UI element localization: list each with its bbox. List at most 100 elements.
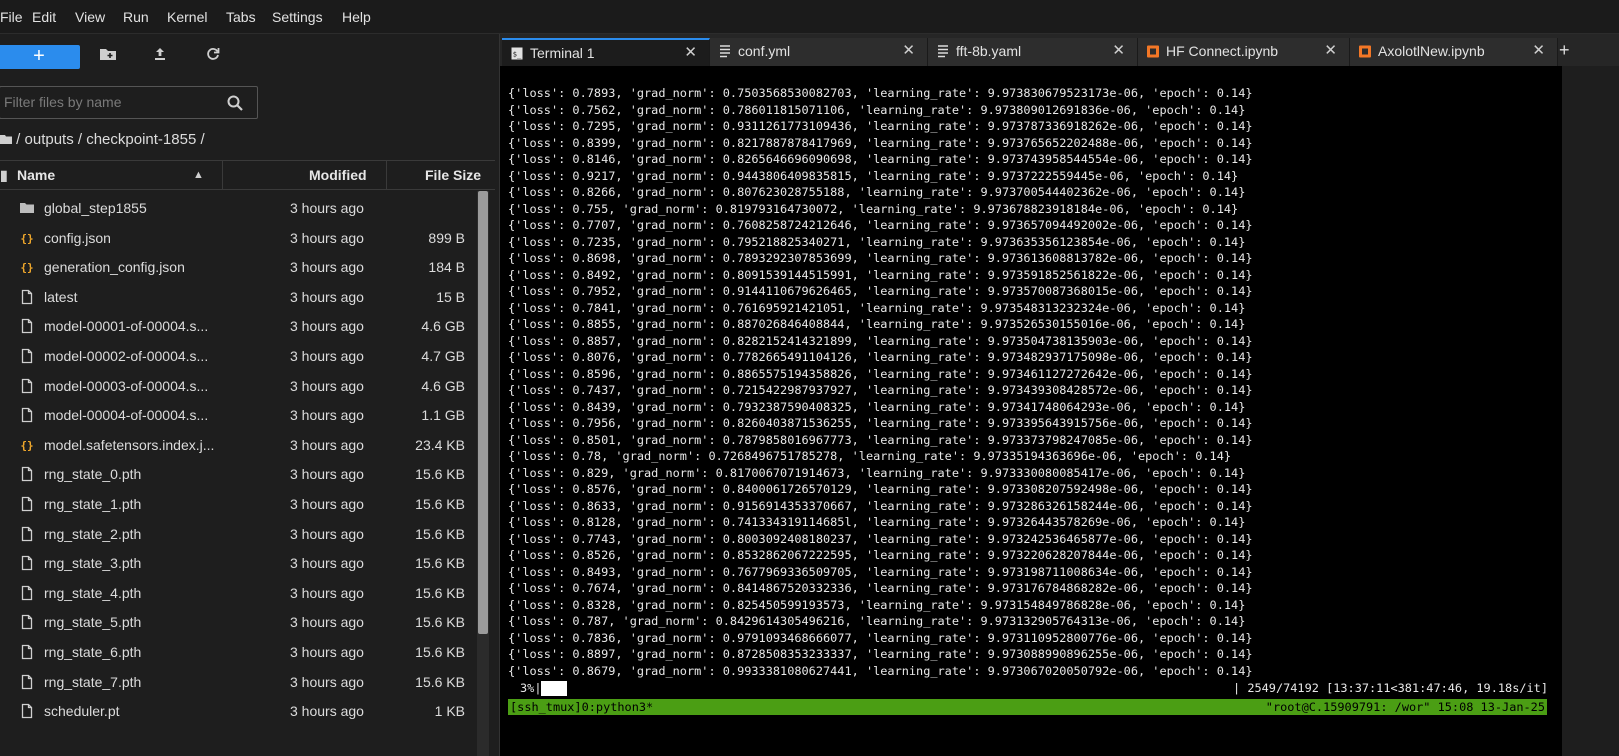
- tab-label: Terminal 1: [530, 45, 595, 61]
- terminal-panel[interactable]: {'loss': 0.7893, 'grad_norm': 0.75035685…: [500, 66, 1562, 756]
- file-icon: [19, 644, 35, 660]
- file-modified: 3 hours ago: [290, 200, 364, 216]
- file-row[interactable]: rng_state_3.pth 3 hours ago 15.6 KB: [0, 548, 485, 578]
- file-name: rng_state_1.pth: [44, 496, 142, 512]
- file-list-scrollbar[interactable]: [477, 191, 489, 756]
- svg-text:{}: {}: [20, 232, 33, 245]
- file-size: 23.4 KB: [415, 436, 465, 453]
- file-icon: [19, 496, 35, 512]
- menu-settings[interactable]: Settings: [272, 0, 323, 34]
- json-icon: {}: [19, 437, 35, 453]
- file-icon: [19, 289, 35, 305]
- file-name: global_step1855: [44, 200, 147, 216]
- menu-view[interactable]: View: [75, 0, 105, 34]
- file-row[interactable]: {} generation_config.json 3 hours ago 184 B: [0, 252, 485, 282]
- tmux-status-bar: [ssh_tmux]0:python3* "root@C.15909791: /…: [508, 699, 1547, 715]
- tmux-session: [ssh_tmux]0:python3*: [510, 700, 654, 714]
- tab-label: HF Connect.ipynb: [1166, 43, 1279, 59]
- new-launcher-button[interactable]: +: [0, 45, 80, 69]
- column-file-size[interactable]: File Size: [425, 161, 481, 189]
- progress-percent: 3%|: [520, 681, 542, 695]
- refresh-icon[interactable]: [203, 46, 223, 66]
- terminal-line: {'loss': 0.7893, 'grad_norm': 0.75035685…: [508, 86, 1253, 100]
- column-name[interactable]: Name: [17, 161, 55, 189]
- file-name: model.safetensors.index.j...: [44, 436, 215, 453]
- terminal-line: {'loss': 0.8128, 'grad_norm': 0.74133431…: [508, 515, 1246, 529]
- file-name: rng_state_2.pth: [44, 525, 142, 542]
- file-browser-panel: + Filter files by name / outputs / check…: [0, 34, 500, 756]
- close-tab-icon[interactable]: ✕: [1324, 38, 1337, 64]
- tab-conf-yml[interactable]: conf.yml ✕: [710, 38, 928, 66]
- file-size: 15.6 KB: [415, 496, 465, 512]
- file-row[interactable]: rng_state_2.pth 3 hours ago 15.6 KB: [0, 519, 485, 549]
- tab-terminal-1[interactable]: $_ Terminal 1 ✕: [502, 38, 710, 66]
- file-row[interactable]: model-00003-of-00004.s... 3 hours ago 4.6 …: [0, 371, 485, 401]
- close-tab-icon[interactable]: ✕: [1532, 38, 1545, 64]
- file-modified: 3 hours ago: [290, 584, 364, 601]
- file-size: 15.6 KB: [415, 644, 465, 660]
- add-tab-icon[interactable]: +: [1559, 38, 1570, 62]
- home-folder-icon[interactable]: [0, 133, 12, 145]
- file-row[interactable]: {} config.json 3 hours ago 899 B: [0, 223, 485, 253]
- tab-hf-connect-ipynb[interactable]: HF Connect.ipynb ✕: [1138, 38, 1350, 66]
- menu-tabs[interactable]: Tabs: [226, 0, 256, 34]
- file-icon: [19, 318, 35, 334]
- terminal-line: {'loss': 0.8897, 'grad_norm': 0.87285083…: [508, 647, 1253, 661]
- file-icon: [19, 378, 35, 394]
- file-row[interactable]: rng_state_0.pth 3 hours ago 15.6 KB: [0, 459, 485, 489]
- terminal-line: {'loss': 0.7707, 'grad_norm': 0.76082587…: [508, 218, 1253, 232]
- file-row[interactable]: rng_state_6.pth 3 hours ago 15.6 KB: [0, 637, 485, 667]
- breadcrumb-path[interactable]: / outputs / checkpoint-1855 /: [16, 131, 204, 148]
- menu-help[interactable]: Help: [342, 0, 371, 34]
- menu-kernel[interactable]: Kernel: [167, 0, 207, 34]
- sort-ascending-icon[interactable]: ▲: [193, 161, 204, 189]
- file-row[interactable]: model-00001-of-00004.s... 3 hours ago 4.6 …: [0, 311, 485, 341]
- terminal-line: {'loss': 0.8266, 'grad_norm': 0.80762302…: [508, 185, 1246, 199]
- close-tab-icon[interactable]: ✕: [1112, 38, 1125, 64]
- column-modified[interactable]: Modified: [309, 161, 367, 189]
- menu-run[interactable]: Run: [123, 0, 149, 34]
- file-row[interactable]: scheduler.pt 3 hours ago 1 KB: [0, 696, 485, 726]
- file-modified: 3 hours ago: [290, 703, 364, 720]
- file-row[interactable]: global_step1855 3 hours ago: [0, 193, 485, 223]
- file-row[interactable]: latest 3 hours ago 15 B: [0, 282, 485, 312]
- file-icon: [19, 555, 35, 571]
- terminal-line: {'loss': 0.8596, 'grad_norm': 0.88655751…: [508, 366, 1253, 381]
- file-size: 1 KB: [434, 703, 465, 720]
- file-row[interactable]: rng_state_7.pth 3 hours ago 15.6 KB: [0, 667, 485, 697]
- breadcrumb: / outputs / checkpoint-1855 /: [0, 130, 205, 150]
- terminal-line: {'loss': 0.8526, 'grad_norm': 0.85328620…: [508, 548, 1253, 562]
- file-size: 15.6 KB: [415, 555, 465, 572]
- menu-edit[interactable]: Edit: [32, 0, 56, 34]
- upload-icon[interactable]: [150, 46, 170, 66]
- filter-files-input[interactable]: Filter files by name: [0, 86, 258, 119]
- tmux-host-time: "root@C.15909791: /wor" 15:08 13-Jan-25: [1265, 700, 1545, 714]
- close-tab-icon[interactable]: ✕: [684, 40, 697, 66]
- text-file-icon: [719, 45, 731, 58]
- filter-placeholder: Filter files by name: [4, 94, 122, 110]
- svg-text:$_: $_: [513, 51, 522, 59]
- close-tab-icon[interactable]: ✕: [902, 38, 915, 64]
- terminal-line: {'loss': 0.7235, 'grad_norm': 0.79521882…: [508, 234, 1246, 249]
- terminal-line: {'loss': 0.8076, 'grad_norm': 0.77826654…: [508, 350, 1253, 364]
- file-icon: [19, 585, 35, 601]
- file-size: 15 B: [436, 288, 465, 305]
- file-row[interactable]: model-00002-of-00004.s... 3 hours ago 4.7 …: [0, 341, 485, 371]
- file-row[interactable]: model-00004-of-00004.s... 3 hours ago 1.1 …: [0, 400, 485, 430]
- terminal-line: {'loss': 0.7562, 'grad_norm': 0.78601181…: [508, 102, 1246, 117]
- scrollbar-thumb[interactable]: [478, 191, 488, 634]
- tab-fft-8b-yaml[interactable]: fft-8b.yaml ✕: [928, 38, 1138, 66]
- file-modified: 3 hours ago: [290, 644, 364, 660]
- file-row[interactable]: rng_state_5.pth 3 hours ago 15.6 KB: [0, 607, 485, 637]
- terminal-line: {'loss': 0.787, 'grad_norm': 0.842961430…: [508, 614, 1246, 628]
- file-size: 4.6 GB: [421, 377, 465, 394]
- file-size: 15.6 KB: [415, 525, 465, 542]
- select-all-checkbox[interactable]: ▮: [0, 161, 8, 189]
- new-folder-icon[interactable]: [98, 46, 118, 66]
- file-row[interactable]: rng_state_4.pth 3 hours ago 15.6 KB: [0, 578, 485, 608]
- file-row[interactable]: {} model.safetensors.index.j... 3 hours ag…: [0, 430, 485, 460]
- menu-file[interactable]: File: [0, 0, 23, 34]
- tab-axolotlnew-ipynb[interactable]: AxolotlNew.ipynb ✕: [1350, 38, 1558, 66]
- file-icon: [19, 466, 35, 482]
- file-row[interactable]: rng_state_1.pth 3 hours ago 15.6 KB: [0, 489, 485, 519]
